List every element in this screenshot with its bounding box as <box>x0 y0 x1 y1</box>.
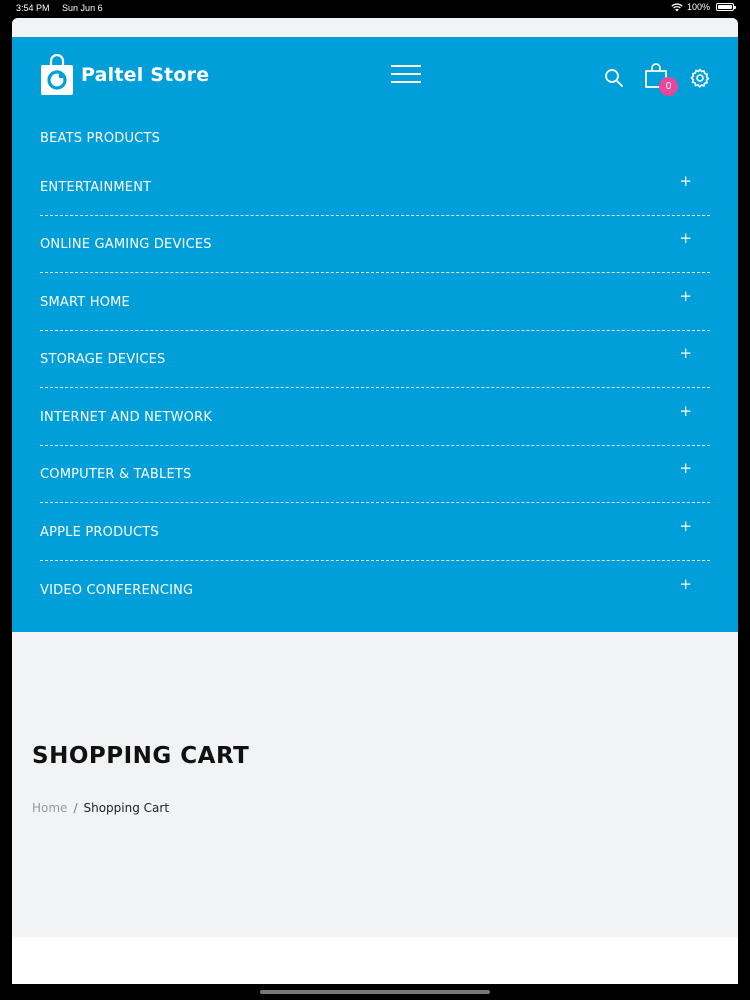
hamburger-icon[interactable] <box>391 65 421 85</box>
menu-item-label: SMART HOME <box>40 294 130 310</box>
menu-item-apple-products[interactable]: APPLE PRODUCTS + <box>40 503 710 561</box>
status-bar: 3:54 PM Sun Jun 6 100% <box>0 0 750 16</box>
status-time: 3:54 PM <box>16 3 50 13</box>
browser-viewport: Paltel Store 0 BEATS PRODUCTS ENTERTAINM… <box>12 18 738 984</box>
menu-item-online-gaming-devices[interactable]: ONLINE GAMING DEVICES + <box>40 216 710 273</box>
menu-item-internet-and-network[interactable]: INTERNET AND NETWORK + <box>40 388 710 446</box>
site-header: Paltel Store 0 BEATS PRODUCTS ENTERTAINM… <box>12 37 738 632</box>
status-date: Sun Jun 6 <box>62 3 103 13</box>
menu-item-label: COMPUTER & TABLETS <box>40 467 192 482</box>
battery-icon <box>716 3 736 11</box>
expand-plus-icon[interactable]: + <box>679 288 692 304</box>
home-indicator[interactable] <box>260 990 490 994</box>
shopping-bag-logo-icon <box>41 54 73 95</box>
page-title: SHOPPING CART <box>32 743 250 769</box>
store-name: Paltel Store <box>81 64 210 86</box>
menu-item-beats-products[interactable]: BEATS PRODUCTS <box>40 123 710 158</box>
cart-count-badge: 0 <box>659 77 678 96</box>
menu-item-label: APPLE PRODUCTS <box>40 524 159 540</box>
search-icon[interactable] <box>604 68 624 88</box>
menu-item-video-conferencing[interactable]: VIDEO CONFERENCING + <box>40 561 710 619</box>
menu-item-computer-tablets[interactable]: COMPUTER & TABLETS + <box>40 446 710 503</box>
menu-item-label: ONLINE GAMING DEVICES <box>40 237 212 252</box>
page-banner: SHOPPING CART Home / Shopping Cart <box>12 632 738 937</box>
menu-item-label: BEATS PRODUCTS <box>40 131 161 146</box>
expand-plus-icon[interactable]: + <box>679 231 692 246</box>
menu-item-label: INTERNET AND NETWORK <box>40 409 213 425</box>
expand-plus-icon[interactable]: + <box>679 461 692 476</box>
breadcrumb: Home / Shopping Cart <box>32 801 169 815</box>
header-actions: 0 <box>604 63 710 96</box>
category-menu: BEATS PRODUCTS ENTERTAINMENT + ONLINE GA… <box>40 123 710 618</box>
cart-button[interactable]: 0 <box>644 63 678 96</box>
breadcrumb-separator: / <box>73 801 78 815</box>
menu-item-entertainment[interactable]: ENTERTAINMENT + <box>40 158 710 216</box>
top-strip <box>12 18 738 37</box>
menu-item-label: ENTERTAINMENT <box>40 179 152 195</box>
expand-plus-icon[interactable]: + <box>679 346 692 361</box>
breadcrumb-current: Shopping Cart <box>83 801 170 815</box>
expand-plus-icon[interactable]: + <box>679 403 692 419</box>
menu-item-label: STORAGE DEVICES <box>40 352 166 367</box>
menu-item-storage-devices[interactable]: STORAGE DEVICES + <box>40 331 710 388</box>
wifi-icon <box>671 2 683 11</box>
gear-icon[interactable] <box>690 68 710 88</box>
battery-percent: 100% <box>686 2 710 12</box>
breadcrumb-home-link[interactable]: Home <box>32 801 67 815</box>
menu-item-label: VIDEO CONFERENCING <box>40 583 194 598</box>
expand-plus-icon[interactable]: + <box>679 518 692 534</box>
expand-plus-icon[interactable]: + <box>679 173 692 189</box>
store-logo[interactable]: Paltel Store <box>40 54 209 96</box>
menu-item-smart-home[interactable]: SMART HOME + <box>40 273 710 331</box>
expand-plus-icon[interactable]: + <box>679 577 692 592</box>
